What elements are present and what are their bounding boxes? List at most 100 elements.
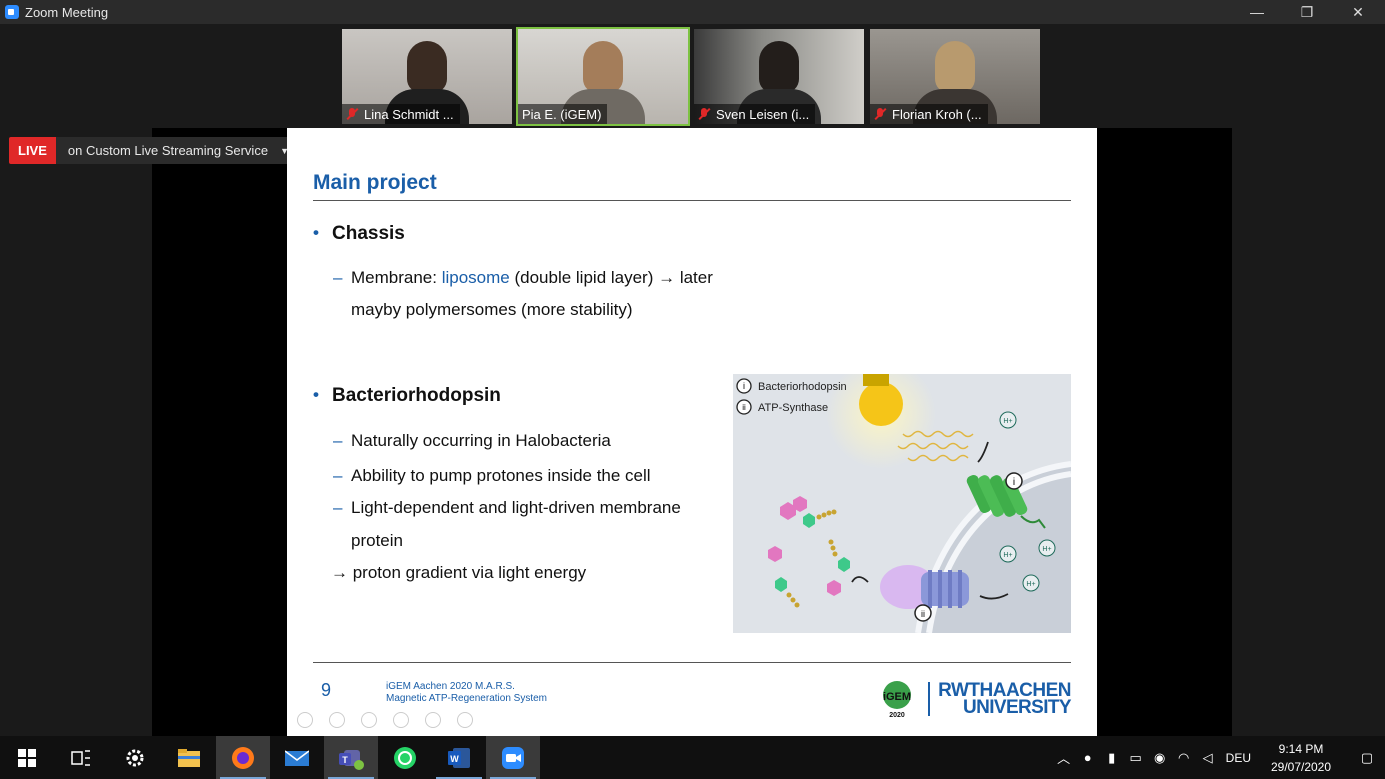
participant-tile[interactable]: Florian Kroh (... (868, 27, 1042, 126)
teams-app[interactable]: T (324, 736, 378, 779)
pen-icon[interactable] (361, 712, 377, 728)
membrane-illustration: i ii H+ H+ H+ H+ i Bacteriorhodopsin ii … (736, 374, 1071, 633)
atp-molecules (775, 513, 850, 592)
footer-text: iGEM Aachen 2020 M.A.R.S. Magnetic ATP-R… (386, 681, 548, 704)
zoom-icon[interactable] (425, 712, 441, 728)
slide-title: Main project (313, 171, 437, 194)
minimize-button[interactable]: — (1234, 0, 1280, 24)
participant-name: Lina Schmidt ... (364, 106, 454, 122)
title-divider (313, 200, 1071, 201)
windows-taskbar: T W ︿ ● ▮ ▭ ◉ ◠ ◁ DEU 9:14 PM 29/07/2020… (0, 736, 1385, 779)
participant-tile[interactable]: Sven Leisen (i... (692, 27, 866, 126)
svg-text:H+: H+ (1042, 546, 1051, 553)
lightbulb-icon (859, 382, 903, 426)
whatsapp-app[interactable] (378, 736, 432, 779)
participant-video (759, 41, 799, 93)
presentation-slide: Main project • Chassis – Membrane: lipos… (287, 128, 1097, 736)
system-tray: ︿ ● ▮ ▭ ◉ ◠ ◁ DEU 9:14 PM 29/07/2020 ▢ (1052, 736, 1385, 779)
task-view-button[interactable] (54, 736, 108, 779)
footer-divider (313, 662, 1071, 663)
chevron-up-icon[interactable]: ︿ (1052, 748, 1076, 767)
participant-video (583, 41, 623, 93)
title-bar: Zoom Meeting — ❐ ✕ (0, 0, 1385, 24)
svg-text:i: i (1013, 477, 1015, 488)
sub-bullet-continuation: mayby polymersomes (more stability) (351, 300, 633, 319)
file-explorer-app[interactable] (162, 736, 216, 779)
participant-name: Florian Kroh (... (892, 106, 982, 122)
action-center-icon[interactable]: ▢ (1349, 750, 1385, 766)
word-icon: W (448, 747, 470, 768)
usb-device-icon[interactable]: ▮ (1100, 750, 1124, 766)
bullet-bacteriorhodopsin: • Bacteriorhodopsin (313, 385, 501, 406)
sub-bullet: – Abbility to pump protones inside the ce… (333, 466, 651, 485)
participant-video (407, 41, 447, 93)
svg-text:W: W (450, 754, 459, 764)
slide-controls (297, 712, 473, 728)
participant-strip: Lina Schmidt ... Pia E. (iGEM) Sven Leis… (340, 27, 1042, 126)
more-icon[interactable] (457, 712, 473, 728)
legend-atp-synthase: ATP-Synthase (758, 402, 828, 414)
participant-name: Sven Leisen (i... (716, 106, 810, 122)
legend-bacteriorhodopsin: Bacteriorhodopsin (758, 381, 847, 393)
firefox-icon (232, 746, 254, 769)
previous-slide-icon[interactable] (297, 712, 313, 728)
restore-button[interactable]: ❐ (1284, 0, 1330, 24)
language-indicator[interactable]: DEU (1226, 751, 1251, 765)
footer-logos: iGEM 2020 RWTHAACHEN UNIVERSITY (876, 679, 1072, 719)
sub-bullet-continuation: protein (351, 531, 403, 550)
participant-tile[interactable]: Lina Schmidt ... (340, 27, 514, 126)
participant-name: Pia E. (iGEM) (522, 106, 602, 122)
bullet-heading: Bacteriorhodopsin (332, 385, 501, 406)
participant-video (935, 41, 975, 93)
live-stream-indicator[interactable]: LIVE on Custom Live Streaming Service ▼ (9, 137, 297, 164)
folder-icon (178, 748, 200, 767)
muted-mic-icon (698, 108, 710, 120)
zoom-app[interactable] (486, 736, 540, 779)
live-badge: LIVE (9, 137, 56, 164)
zoom-logo-icon (5, 5, 19, 19)
membrane-figure: i ii H+ H+ H+ H+ i Bacteriorhodopsin ii … (733, 374, 1071, 633)
wifi-icon[interactable]: ◠ (1172, 750, 1196, 766)
window-title: Zoom Meeting (25, 4, 109, 20)
volume-icon[interactable]: ◁ (1196, 750, 1220, 766)
svg-text:ii: ii (921, 609, 925, 619)
bullet-heading: Chassis (332, 223, 405, 244)
live-service-label: on Custom Live Streaming Service (67, 143, 269, 158)
network-globe-icon[interactable]: ● (1076, 750, 1100, 765)
windows-icon (18, 748, 36, 767)
conclusion-line: → proton gradient via light energy (331, 563, 587, 582)
muted-mic-icon (346, 108, 358, 120)
igem-logo: iGEM 2020 (876, 679, 918, 719)
start-button[interactable] (0, 736, 54, 779)
muted-mic-icon (874, 108, 886, 120)
notification-app-icon[interactable]: ◉ (1148, 750, 1172, 766)
svg-text:H+: H+ (1003, 552, 1012, 559)
slides-icon[interactable] (393, 712, 409, 728)
bullet-chassis: • Chassis (313, 223, 405, 244)
svg-text:T: T (342, 755, 348, 765)
word-app[interactable]: W (432, 736, 486, 779)
sub-bullet: – Naturally occurring in Halobacteria (333, 431, 611, 450)
svg-text:ii: ii (742, 403, 746, 412)
svg-text:iGEM: iGEM (883, 691, 911, 703)
sub-bullet: – Membrane: liposome (double lipid layer… (333, 268, 713, 287)
settings-app[interactable] (108, 736, 162, 779)
firefox-app[interactable] (216, 736, 270, 779)
task-view-icon (71, 749, 90, 766)
teams-icon: T (339, 749, 364, 770)
meeting-stage: Lina Schmidt ... Pia E. (iGEM) Sven Leis… (0, 24, 1385, 736)
whatsapp-icon (394, 746, 416, 769)
next-slide-icon[interactable] (329, 712, 345, 728)
mail-app[interactable] (270, 736, 324, 779)
gear-icon (126, 749, 144, 766)
mail-icon (285, 749, 309, 766)
svg-text:H+: H+ (1026, 581, 1035, 588)
clock[interactable]: 9:14 PM 29/07/2020 (1261, 740, 1341, 776)
svg-text:2020: 2020 (889, 712, 905, 719)
sub-bullet: – Light-dependent and light-driven membr… (333, 498, 681, 517)
participant-tile-active-speaker[interactable]: Pia E. (iGEM) (516, 27, 690, 126)
svg-text:H+: H+ (1003, 418, 1012, 425)
slide-number: 9 (321, 680, 332, 700)
battery-icon[interactable]: ▭ (1124, 750, 1148, 766)
close-button[interactable]: ✕ (1335, 0, 1381, 24)
